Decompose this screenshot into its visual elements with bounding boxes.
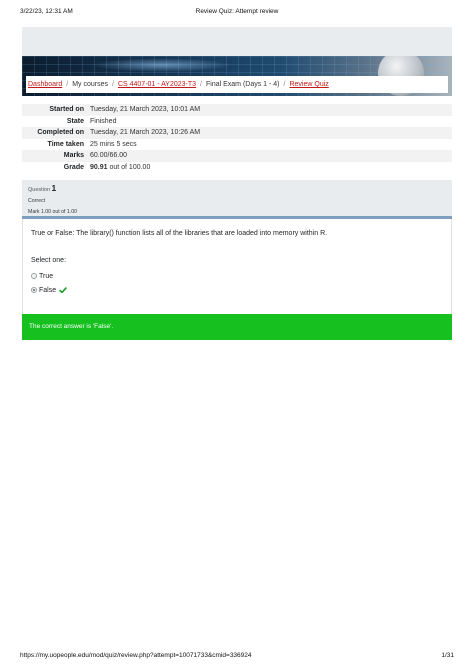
- summary-label: State: [66, 117, 84, 125]
- breadcrumb-separator: /: [112, 81, 114, 88]
- breadcrumb-course-link[interactable]: CS 4407-01 - AY2023-T3: [118, 81, 196, 88]
- check-icon: [59, 287, 68, 293]
- summary-row-marks: Marks 60.00/66.00: [22, 150, 452, 162]
- question-number-value: 1: [51, 183, 57, 193]
- summary-value: Tuesday, 21 March 2023, 10:26 AM: [90, 129, 201, 137]
- breadcrumb-my-courses[interactable]: My courses: [72, 81, 108, 88]
- answer-option-false[interactable]: False: [31, 283, 443, 297]
- breadcrumb-separator: /: [66, 81, 69, 88]
- option-label: True: [39, 272, 54, 280]
- question-text: True or False: The library() function li…: [31, 230, 328, 237]
- summary-label: Started on: [49, 106, 84, 114]
- summary-row-state: State Finished: [22, 116, 452, 128]
- breadcrumb-separator: /: [200, 81, 202, 88]
- print-page-number: 1/31: [441, 652, 454, 659]
- question-mark: Mark 1.00 out of 1.00: [28, 209, 78, 215]
- print-header: 3/22/23, 12:31 AM Review Quiz: Attempt r…: [20, 8, 454, 18]
- breadcrumb-section[interactable]: Final Exam (Days 1 - 4): [206, 81, 280, 88]
- summary-value: 60.00/66.00: [90, 152, 127, 160]
- summary-value: Finished: [90, 117, 117, 125]
- print-page-title: Review Quiz: Attempt review: [195, 8, 279, 15]
- summary-label: Completed on: [37, 129, 84, 137]
- radio-true[interactable]: [31, 273, 37, 279]
- summary-value: 25 mins 5 secs: [90, 140, 137, 148]
- summary-label: Grade: [63, 163, 84, 171]
- summary-row-started: Started on Tuesday, 21 March 2023, 10:01…: [22, 104, 452, 116]
- summary-value: 90.91 out of 100.00: [90, 162, 452, 174]
- breadcrumb-quiz-link[interactable]: Review Quiz: [289, 81, 328, 88]
- summary-row-completed: Completed on Tuesday, 21 March 2023, 10:…: [22, 127, 452, 139]
- page-content: Dashboard / My courses / CS 4407-01 - AY…: [22, 27, 452, 340]
- breadcrumb-dashboard-link[interactable]: Dashboard: [28, 81, 62, 88]
- print-footer: https://my.uopeople.edu/mod/quiz/review.…: [20, 652, 454, 662]
- banner-glow: [92, 58, 232, 72]
- grade-score: 90.91: [90, 163, 108, 171]
- top-navbar: [22, 27, 452, 56]
- question-number: Question 1: [28, 183, 446, 193]
- breadcrumb-separator: /: [283, 81, 286, 88]
- summary-label: Marks: [63, 152, 84, 160]
- select-one-label: Select one:: [31, 257, 67, 264]
- summary-row-grade: Grade 90.91 out of 100.00: [22, 162, 452, 174]
- grade-suffix: out of 100.00: [107, 163, 151, 171]
- print-url: https://my.uopeople.edu/mod/quiz/review.…: [20, 652, 252, 659]
- question-content: True or False: The library() function li…: [22, 219, 452, 314]
- summary-value: Tuesday, 21 March 2023, 10:01 AM: [90, 106, 201, 114]
- option-label: False: [39, 286, 57, 294]
- correct-answer-feedback: The correct answer is 'False'.: [29, 323, 114, 330]
- answer-option-true[interactable]: True: [31, 269, 443, 283]
- attempt-summary-table: Started on Tuesday, 21 March 2023, 10:01…: [22, 104, 452, 173]
- feedback-box: The correct answer is 'False'.: [22, 314, 452, 340]
- question-prefix: Question: [28, 187, 52, 193]
- breadcrumb: Dashboard / My courses / CS 4407-01 - AY…: [26, 76, 448, 93]
- summary-row-time-taken: Time taken 25 mins 5 secs: [22, 139, 452, 151]
- radio-false[interactable]: [31, 287, 37, 293]
- question-status: Correct: [28, 198, 46, 204]
- question-info-panel: Question 1 Correct Mark 1.00 out of 1.00: [22, 180, 452, 219]
- summary-label: Time taken: [47, 140, 84, 148]
- course-banner: Dashboard / My courses / CS 4407-01 - AY…: [22, 56, 452, 96]
